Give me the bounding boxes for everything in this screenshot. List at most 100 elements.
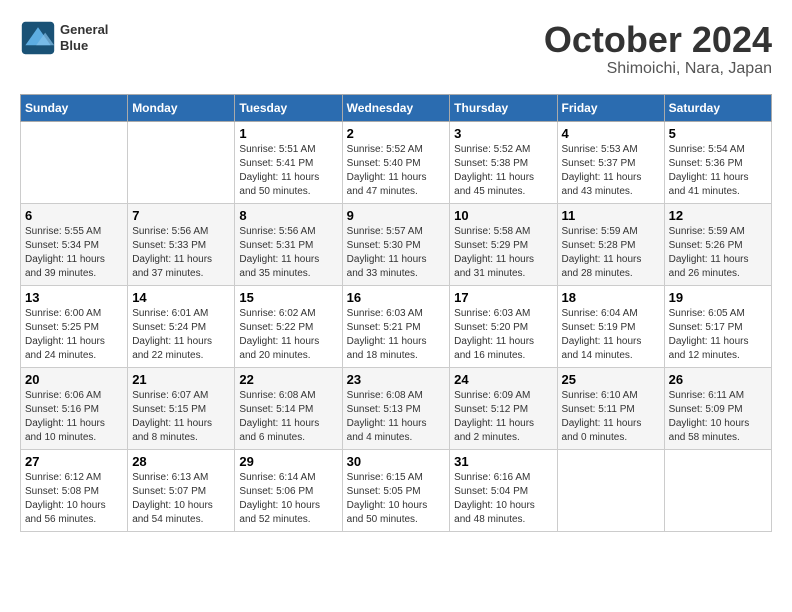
calendar-table: SundayMondayTuesdayWednesdayThursdayFrid…: [20, 94, 772, 532]
title-section: October 2024 Shimoichi, Nara, Japan: [544, 20, 772, 78]
calendar-cell: 31 Sunrise: 6:16 AM Sunset: 5:04 PM Dayli…: [450, 449, 557, 531]
day-info: Sunrise: 6:09 AM Sunset: 5:12 PM Dayligh…: [454, 389, 552, 445]
day-number: 4: [562, 126, 660, 141]
day-info: Sunrise: 6:06 AM Sunset: 5:16 PM Dayligh…: [25, 389, 123, 445]
day-number: 18: [562, 290, 660, 305]
month-title: October 2024: [544, 20, 772, 60]
calendar-cell: 21Sunrise: 6:07 AM Sunset: 5:15 PM Dayli…: [128, 367, 235, 449]
calendar-cell: 17Sunrise: 6:03 AM Sunset: 5:20 PM Dayli…: [450, 285, 557, 367]
day-number: 16: [347, 290, 446, 305]
weekday-header-row: SundayMondayTuesdayWednesdayThursdayFrid…: [21, 94, 772, 121]
day-info: Sunrise: 6:10 AM Sunset: 5:11 PM Dayligh…: [562, 389, 660, 445]
day-number: 3: [454, 126, 552, 141]
day-info: Sunrise: 5:52 AM Sunset: 5:40 PM Dayligh…: [347, 143, 446, 199]
calendar-cell: 27 Sunrise: 6:12 AM Sunset: 5:08 PM Dayli…: [21, 449, 128, 531]
day-number: 22: [239, 372, 337, 387]
day-number: 15: [239, 290, 337, 305]
day-info: Sunrise: 5:53 AM Sunset: 5:37 PM Dayligh…: [562, 143, 660, 199]
calendar-cell: 7 Sunrise: 5:56 AM Sunset: 5:33 PM Daylig…: [128, 203, 235, 285]
page-header: General Blue October 2024 Shimoichi, Nar…: [20, 20, 772, 78]
weekday-header: Saturday: [664, 94, 771, 121]
weekday-header: Monday: [128, 94, 235, 121]
calendar-cell: 5 Sunrise: 5:54 AM Sunset: 5:36 PM Daylig…: [664, 121, 771, 203]
calendar-cell: 19 Sunrise: 6:05 AM Sunset: 5:17 PM Dayli…: [664, 285, 771, 367]
day-info: Sunrise: 6:16 AM Sunset: 5:04 PM Dayligh…: [454, 471, 552, 527]
day-info: Sunrise: 6:00 AM Sunset: 5:25 PM Dayligh…: [25, 307, 123, 363]
day-number: 31: [454, 454, 552, 469]
logo-line2: Blue: [60, 38, 108, 54]
day-info: Sunrise: 6:12 AM Sunset: 5:08 PM Dayligh…: [25, 471, 123, 527]
day-info: Sunrise: 5:57 AM Sunset: 5:30 PM Dayligh…: [347, 225, 446, 281]
weekday-header: Wednesday: [342, 94, 450, 121]
calendar-cell: 16 Sunrise: 6:03 AM Sunset: 5:21 PM Dayli…: [342, 285, 450, 367]
day-number: 25: [562, 372, 660, 387]
day-number: 17: [454, 290, 552, 305]
day-info: Sunrise: 5:58 AM Sunset: 5:29 PM Dayligh…: [454, 225, 552, 281]
day-number: 19: [669, 290, 767, 305]
logo: General Blue: [20, 20, 108, 56]
day-info: Sunrise: 6:08 AM Sunset: 5:14 PM Dayligh…: [239, 389, 337, 445]
day-info: Sunrise: 6:11 AM Sunset: 5:09 PM Dayligh…: [669, 389, 767, 445]
day-number: 30: [347, 454, 446, 469]
day-info: Sunrise: 6:01 AM Sunset: 5:24 PM Dayligh…: [132, 307, 230, 363]
day-info: Sunrise: 5:54 AM Sunset: 5:36 PM Dayligh…: [669, 143, 767, 199]
calendar-cell: 11Sunrise: 5:59 AM Sunset: 5:28 PM Dayli…: [557, 203, 664, 285]
calendar-cell: 10Sunrise: 5:58 AM Sunset: 5:29 PM Dayli…: [450, 203, 557, 285]
weekday-header: Friday: [557, 94, 664, 121]
day-info: Sunrise: 6:05 AM Sunset: 5:17 PM Dayligh…: [669, 307, 767, 363]
day-number: 23: [347, 372, 446, 387]
logo-icon: [20, 20, 56, 56]
calendar-cell: 2 Sunrise: 5:52 AM Sunset: 5:40 PM Daylig…: [342, 121, 450, 203]
weekday-header: Sunday: [21, 94, 128, 121]
calendar-cell: [21, 121, 128, 203]
calendar-cell: [128, 121, 235, 203]
day-number: 6: [25, 208, 123, 223]
day-info: Sunrise: 6:08 AM Sunset: 5:13 PM Dayligh…: [347, 389, 446, 445]
day-info: Sunrise: 5:51 AM Sunset: 5:41 PM Dayligh…: [239, 143, 337, 199]
calendar-cell: 13Sunrise: 6:00 AM Sunset: 5:25 PM Dayli…: [21, 285, 128, 367]
calendar-cell: 8Sunrise: 5:56 AM Sunset: 5:31 PM Daylig…: [235, 203, 342, 285]
calendar-cell: 3 Sunrise: 5:52 AM Sunset: 5:38 PM Daylig…: [450, 121, 557, 203]
day-info: Sunrise: 6:13 AM Sunset: 5:07 PM Dayligh…: [132, 471, 230, 527]
calendar-cell: 28Sunrise: 6:13 AM Sunset: 5:07 PM Dayli…: [128, 449, 235, 531]
logo-line1: General: [60, 22, 108, 38]
calendar-cell: 22 Sunrise: 6:08 AM Sunset: 5:14 PM Dayli…: [235, 367, 342, 449]
day-info: Sunrise: 6:14 AM Sunset: 5:06 PM Dayligh…: [239, 471, 337, 527]
calendar-cell: 24 Sunrise: 6:09 AM Sunset: 5:12 PM Dayli…: [450, 367, 557, 449]
logo-text: General Blue: [60, 22, 108, 53]
calendar-cell: 18Sunrise: 6:04 AM Sunset: 5:19 PM Dayli…: [557, 285, 664, 367]
calendar-cell: 30Sunrise: 6:15 AM Sunset: 5:05 PM Dayli…: [342, 449, 450, 531]
day-info: Sunrise: 6:02 AM Sunset: 5:22 PM Dayligh…: [239, 307, 337, 363]
weekday-header: Thursday: [450, 94, 557, 121]
day-number: 27: [25, 454, 123, 469]
calendar-cell: [557, 449, 664, 531]
calendar-cell: 20 Sunrise: 6:06 AM Sunset: 5:16 PM Dayli…: [21, 367, 128, 449]
day-info: Sunrise: 6:03 AM Sunset: 5:21 PM Dayligh…: [347, 307, 446, 363]
calendar-week-row: 13Sunrise: 6:00 AM Sunset: 5:25 PM Dayli…: [21, 285, 772, 367]
day-info: Sunrise: 5:56 AM Sunset: 5:33 PM Dayligh…: [132, 225, 230, 281]
calendar-cell: 4 Sunrise: 5:53 AM Sunset: 5:37 PM Daylig…: [557, 121, 664, 203]
day-number: 7: [132, 208, 230, 223]
day-number: 1: [239, 126, 337, 141]
day-info: Sunrise: 5:59 AM Sunset: 5:26 PM Dayligh…: [669, 225, 767, 281]
calendar-week-row: 20 Sunrise: 6:06 AM Sunset: 5:16 PM Dayli…: [21, 367, 772, 449]
day-number: 2: [347, 126, 446, 141]
day-info: Sunrise: 5:55 AM Sunset: 5:34 PM Dayligh…: [25, 225, 123, 281]
calendar-cell: 6 Sunrise: 5:55 AM Sunset: 5:34 PM Daylig…: [21, 203, 128, 285]
calendar-cell: 14Sunrise: 6:01 AM Sunset: 5:24 PM Dayli…: [128, 285, 235, 367]
calendar-cell: 15 Sunrise: 6:02 AM Sunset: 5:22 PM Dayli…: [235, 285, 342, 367]
day-number: 24: [454, 372, 552, 387]
day-info: Sunrise: 5:56 AM Sunset: 5:31 PM Dayligh…: [239, 225, 337, 281]
day-number: 5: [669, 126, 767, 141]
calendar-week-row: 27 Sunrise: 6:12 AM Sunset: 5:08 PM Dayli…: [21, 449, 772, 531]
calendar-cell: 1 Sunrise: 5:51 AM Sunset: 5:41 PM Daylig…: [235, 121, 342, 203]
calendar-cell: 26Sunrise: 6:11 AM Sunset: 5:09 PM Dayli…: [664, 367, 771, 449]
weekday-header: Tuesday: [235, 94, 342, 121]
day-info: Sunrise: 5:52 AM Sunset: 5:38 PM Dayligh…: [454, 143, 552, 199]
day-number: 29: [239, 454, 337, 469]
day-info: Sunrise: 5:59 AM Sunset: 5:28 PM Dayligh…: [562, 225, 660, 281]
calendar-cell: 12Sunrise: 5:59 AM Sunset: 5:26 PM Dayli…: [664, 203, 771, 285]
day-number: 20: [25, 372, 123, 387]
calendar-cell: 25 Sunrise: 6:10 AM Sunset: 5:11 PM Dayli…: [557, 367, 664, 449]
day-number: 21: [132, 372, 230, 387]
